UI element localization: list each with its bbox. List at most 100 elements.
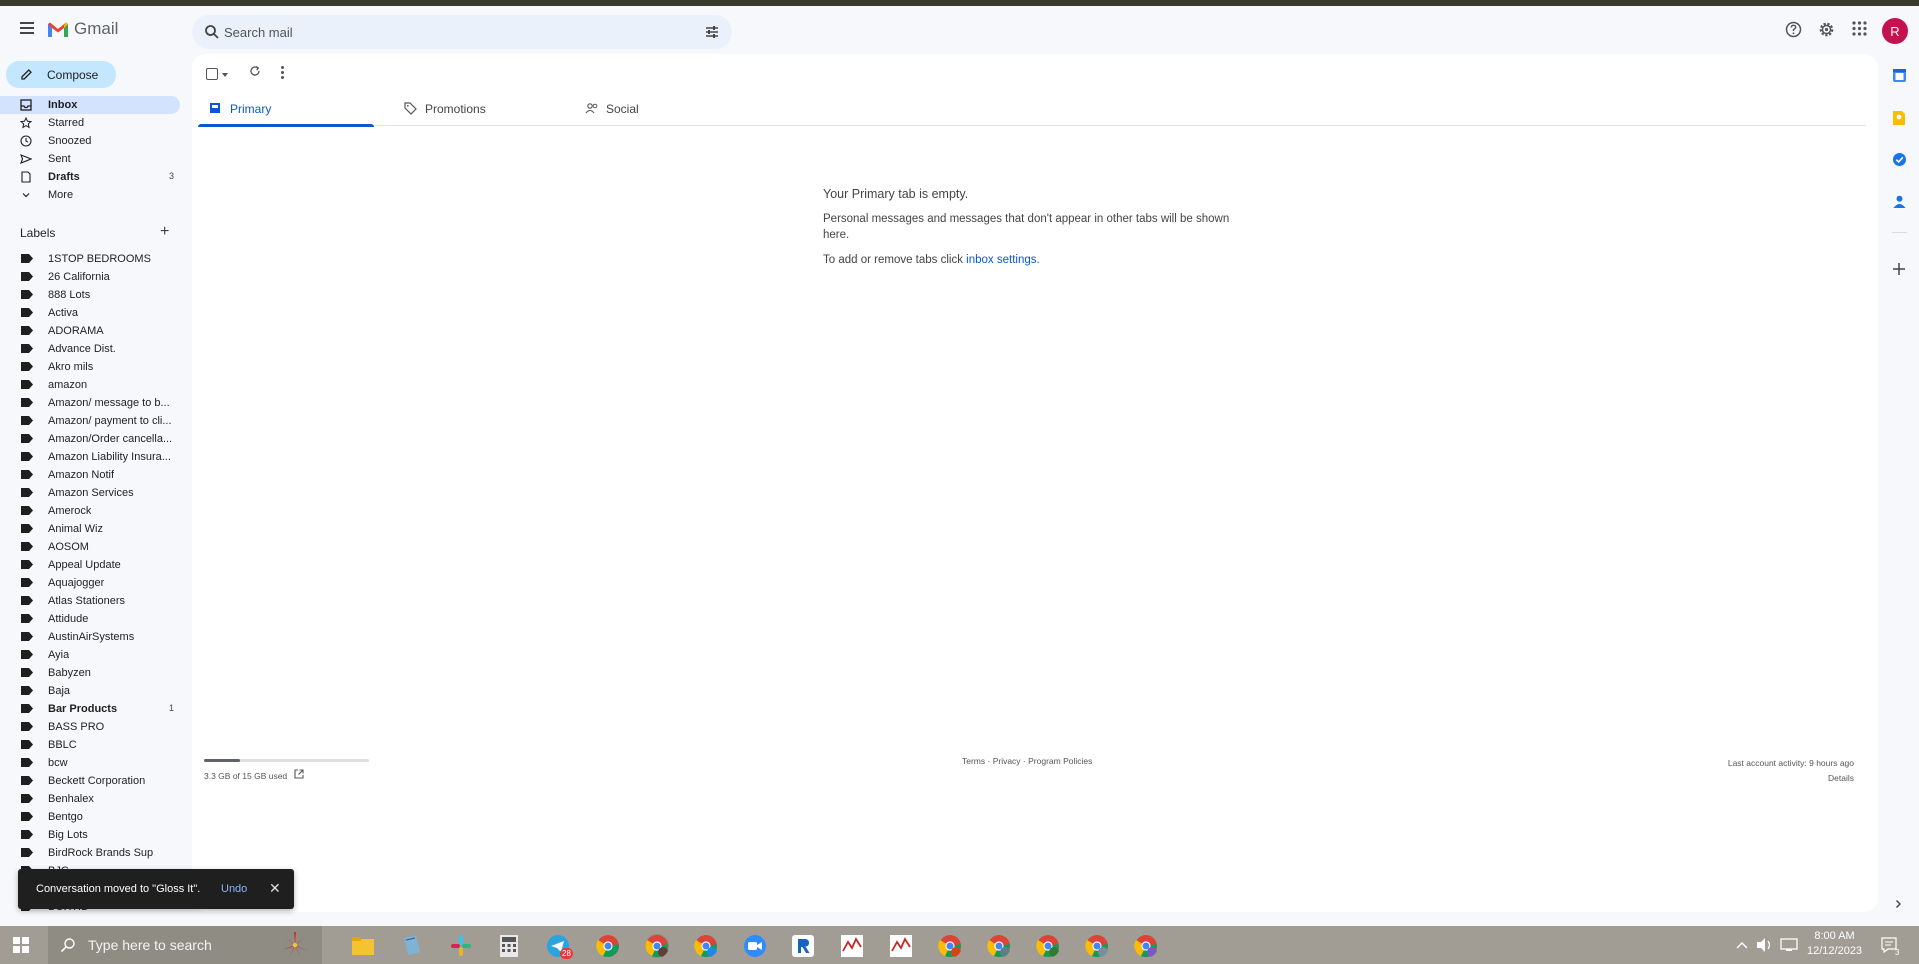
calendar-icon[interactable] xyxy=(1892,68,1907,83)
chart-app-2-icon[interactable] xyxy=(889,934,913,958)
tab-promotions[interactable]: Promotions xyxy=(393,90,569,126)
calculator-icon[interactable] xyxy=(497,934,521,958)
label-item[interactable]: Beckett Corporation xyxy=(0,772,180,790)
label-item[interactable]: Benhalex xyxy=(0,790,180,808)
network-icon[interactable] xyxy=(1780,937,1798,953)
chrome-profile-c-icon[interactable] xyxy=(938,934,962,958)
account-avatar[interactable]: R xyxy=(1882,18,1908,44)
contacts-icon[interactable] xyxy=(1892,194,1907,209)
undo-button[interactable]: Undo xyxy=(221,883,247,895)
label-item[interactable]: Activa xyxy=(0,304,180,322)
send-icon xyxy=(20,154,32,164)
label-name: Big Lots xyxy=(48,829,88,841)
gmail-logo[interactable]: Gmail xyxy=(47,19,118,39)
label-item[interactable]: Atlas Stationers xyxy=(0,592,180,610)
label-item[interactable]: Babyzen xyxy=(0,664,180,682)
label-item[interactable]: 26 California xyxy=(0,268,180,286)
close-icon[interactable]: ✕ xyxy=(269,880,281,897)
footer-links[interactable]: Terms · Privacy · Program Policies xyxy=(962,756,1092,766)
search-options-icon[interactable] xyxy=(704,24,720,40)
select-dropdown-icon[interactable] xyxy=(222,73,228,77)
nav-item-starred[interactable]: Starred xyxy=(0,114,180,132)
windows-start-icon[interactable] xyxy=(13,937,29,953)
search-input[interactable] xyxy=(224,15,684,49)
label-item[interactable]: BirdRock Brands Sup xyxy=(0,844,180,862)
label-item[interactable]: 888 Lots xyxy=(0,286,180,304)
label-item[interactable]: AustinAirSystems xyxy=(0,628,180,646)
nav-item-snoozed[interactable]: Snoozed xyxy=(0,132,180,150)
label-item[interactable]: Bar Products 1 xyxy=(0,700,180,718)
more-options-icon[interactable] xyxy=(281,66,284,79)
refresh-icon[interactable] xyxy=(249,65,261,77)
chrome-profile-mm-icon[interactable] xyxy=(1036,934,1060,958)
chrome-icon[interactable] xyxy=(596,934,620,958)
label-item[interactable]: amazon xyxy=(0,376,180,394)
tab-social[interactable]: Social xyxy=(574,90,750,126)
search-icon[interactable] xyxy=(204,24,220,40)
settings-gear-icon[interactable] xyxy=(1818,21,1835,38)
tasks-icon[interactable] xyxy=(1892,152,1907,167)
label-item[interactable]: Amazon Notif xyxy=(0,466,180,484)
label-item[interactable]: Akro mils xyxy=(0,358,180,376)
file-explorer-icon[interactable] xyxy=(351,934,375,958)
label-item[interactable]: Attidude xyxy=(0,610,180,628)
open-in-new-icon[interactable] xyxy=(294,769,304,779)
label-item[interactable]: BBLC xyxy=(0,736,180,754)
label-item[interactable]: Bentgo xyxy=(0,808,180,826)
taskbar-search-box[interactable]: Type here to search xyxy=(48,926,322,964)
details-link[interactable]: Details xyxy=(1728,771,1854,786)
label-item[interactable]: Amazon Liability Insura... xyxy=(0,448,180,466)
chrome-profile-a-icon[interactable] xyxy=(1085,934,1109,958)
add-label-icon[interactable]: + xyxy=(160,224,169,240)
label-item[interactable]: Appeal Update xyxy=(0,556,180,574)
apps-grid-icon[interactable] xyxy=(1852,21,1867,36)
chrome-profile-purple-icon[interactable] xyxy=(1134,934,1158,958)
nav-item-inbox[interactable]: Inbox xyxy=(0,96,180,114)
chrome-profile-icon[interactable] xyxy=(645,934,669,958)
keep-icon[interactable] xyxy=(1892,110,1906,126)
tab-primary[interactable]: Primary xyxy=(198,90,374,127)
label-item[interactable]: bcw xyxy=(0,754,180,772)
compose-button[interactable]: Compose xyxy=(6,61,116,88)
windows-taskbar: Type here to search 28 8:00 AM 12/12/202… xyxy=(0,926,1919,964)
inbox-settings-link[interactable]: inbox settings xyxy=(966,254,1036,266)
help-icon[interactable] xyxy=(1785,21,1802,38)
volume-icon[interactable] xyxy=(1756,937,1774,953)
tab-label: Social xyxy=(606,102,639,116)
chrome-profile-k-icon[interactable] xyxy=(694,934,718,958)
nav-label: Drafts xyxy=(48,171,80,183)
label-tag-icon xyxy=(21,614,33,623)
tray-chevron-up-icon[interactable] xyxy=(1736,940,1748,950)
label-name: Bar Products xyxy=(48,703,118,715)
label-item[interactable]: AOSOM xyxy=(0,538,180,556)
nav-item-drafts[interactable]: Drafts 3 xyxy=(0,168,180,186)
chart-app-icon[interactable] xyxy=(840,934,864,958)
label-item[interactable]: Aquajogger xyxy=(0,574,180,592)
chrome-profile-k2-icon[interactable] xyxy=(987,934,1011,958)
chevron-right-icon[interactable] xyxy=(1892,898,1904,910)
zoom-icon[interactable] xyxy=(743,934,767,958)
r-app-icon[interactable] xyxy=(791,934,815,958)
slack-icon[interactable] xyxy=(449,934,473,958)
label-item[interactable]: Big Lots xyxy=(0,826,180,844)
label-item[interactable]: Amazon Services xyxy=(0,484,180,502)
notepad-icon[interactable] xyxy=(400,934,424,958)
label-item[interactable]: Amerock xyxy=(0,502,180,520)
taskbar-clock[interactable]: 8:00 AM 12/12/2023 xyxy=(1807,929,1862,959)
label-item[interactable]: 1STOP BEDROOMS xyxy=(0,250,180,268)
nav-item-sent[interactable]: Sent xyxy=(0,150,180,168)
label-name: 26 California xyxy=(48,271,110,283)
label-item[interactable]: Amazon/ payment to cli... xyxy=(0,412,180,430)
label-item[interactable]: Ayia xyxy=(0,646,180,664)
label-item[interactable]: ADORAMA xyxy=(0,322,180,340)
nav-item-more[interactable]: More xyxy=(0,186,180,204)
add-addon-icon[interactable] xyxy=(1892,262,1906,276)
label-item[interactable]: Amazon/ message to b... xyxy=(0,394,180,412)
label-item[interactable]: BASS PRO xyxy=(0,718,180,736)
label-item[interactable]: Advance Dist. xyxy=(0,340,180,358)
label-item[interactable]: Amazon/Order cancella... xyxy=(0,430,180,448)
label-item[interactable]: Animal Wiz xyxy=(0,520,180,538)
main-menu-button[interactable] xyxy=(14,15,40,41)
label-item[interactable]: Baja xyxy=(0,682,180,700)
select-all-checkbox[interactable] xyxy=(206,68,218,80)
